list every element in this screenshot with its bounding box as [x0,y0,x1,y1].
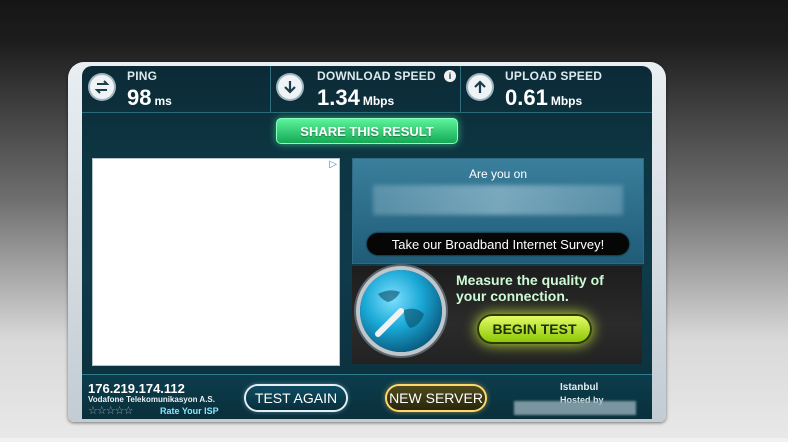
ping-stat: PING 98 ms [82,66,271,112]
rating-stars[interactable]: ☆☆☆☆☆ [88,404,133,417]
ping-label: PING [127,69,158,83]
upload-number: 0.61 [505,85,548,110]
isp-name-redacted [373,185,623,215]
download-stat: DOWNLOAD SPEED i 1.34 Mbps [270,66,461,112]
server-city: Istanbul [560,382,599,393]
globe-icon [360,270,442,352]
upload-label: UPLOAD SPEED [505,69,603,83]
upload-stat: UPLOAD SPEED 0.61 Mbps [460,66,652,112]
upload-unit: Mbps [550,94,583,108]
ping-number: 98 [127,85,152,110]
download-label: DOWNLOAD SPEED [317,69,436,83]
info-icon[interactable]: i [444,70,456,82]
ping-unit: ms [154,94,172,108]
page-bottom-strip [0,438,788,442]
download-value: 1.34 Mbps [317,85,394,111]
measure-text: Measure the quality of your connection. [456,272,604,304]
survey-title: Are you on [468,167,528,181]
host-name-redacted [514,401,636,415]
upload-value: 0.61 Mbps [505,85,582,111]
upload-arrow-icon [468,75,492,99]
ip-address: 176.219.174.112 [88,381,185,396]
ad-choices-icon[interactable]: ▷ [329,159,337,170]
begin-test-button[interactable]: BEGIN TEST [477,314,592,344]
download-number: 1.34 [317,85,360,110]
download-unit: Mbps [362,94,395,108]
advertisement-box[interactable]: ▷ [92,158,340,366]
download-arrow-icon [278,75,302,99]
test-again-button[interactable]: TEST AGAIN [246,386,346,410]
share-result-button[interactable]: SHARE THIS RESULT [276,118,458,144]
ping-exchange-icon [90,75,114,99]
survey-button[interactable]: Take our Broadband Internet Survey! [367,233,629,255]
rate-isp-link[interactable]: Rate Your ISP [160,406,219,416]
stats-divider [82,112,652,113]
survey-panel: Are you on Take our Broadband Internet S… [352,158,644,264]
ping-value: 98 ms [127,85,172,111]
new-server-button[interactable]: NEW SERVER [387,386,485,410]
isp-name: Vodafone Telekomunikasyon A.S. [88,395,215,404]
